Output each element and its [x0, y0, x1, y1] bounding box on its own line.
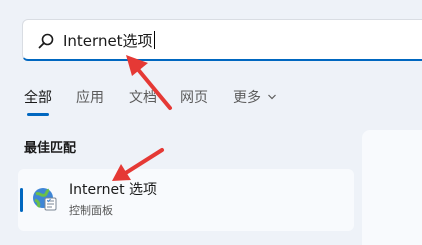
best-match-result[interactable]: Internet 选项 控制面板: [18, 169, 354, 231]
search-input-value: Internet选项: [63, 32, 153, 50]
tab-more-label: 更多: [233, 90, 261, 106]
text-caret: [153, 31, 155, 49]
tab-documents[interactable]: 文档: [129, 88, 157, 108]
search-icon: [38, 33, 54, 49]
best-match-heading: 最佳匹配: [24, 141, 77, 156]
preview-panel: [362, 130, 422, 245]
tab-all[interactable]: 全部: [24, 88, 52, 108]
tab-all-label: 全部: [24, 90, 52, 106]
tab-active-indicator: [27, 113, 49, 116]
internet-options-icon: [33, 188, 57, 211]
result-subtitle: 控制面板: [69, 204, 113, 217]
tab-apps[interactable]: 应用: [76, 88, 104, 108]
tab-web[interactable]: 网页: [180, 88, 208, 108]
tab-web-label: 网页: [180, 90, 208, 106]
tab-more[interactable]: 更多: [233, 88, 277, 108]
tab-apps-label: 应用: [76, 90, 104, 106]
result-title: Internet 选项: [69, 182, 158, 198]
tab-documents-label: 文档: [129, 90, 157, 106]
search-input[interactable]: Internet选项: [63, 31, 155, 51]
selection-indicator: [20, 188, 23, 212]
search-box[interactable]: Internet选项: [22, 19, 422, 61]
chevron-down-icon: [268, 94, 277, 100]
